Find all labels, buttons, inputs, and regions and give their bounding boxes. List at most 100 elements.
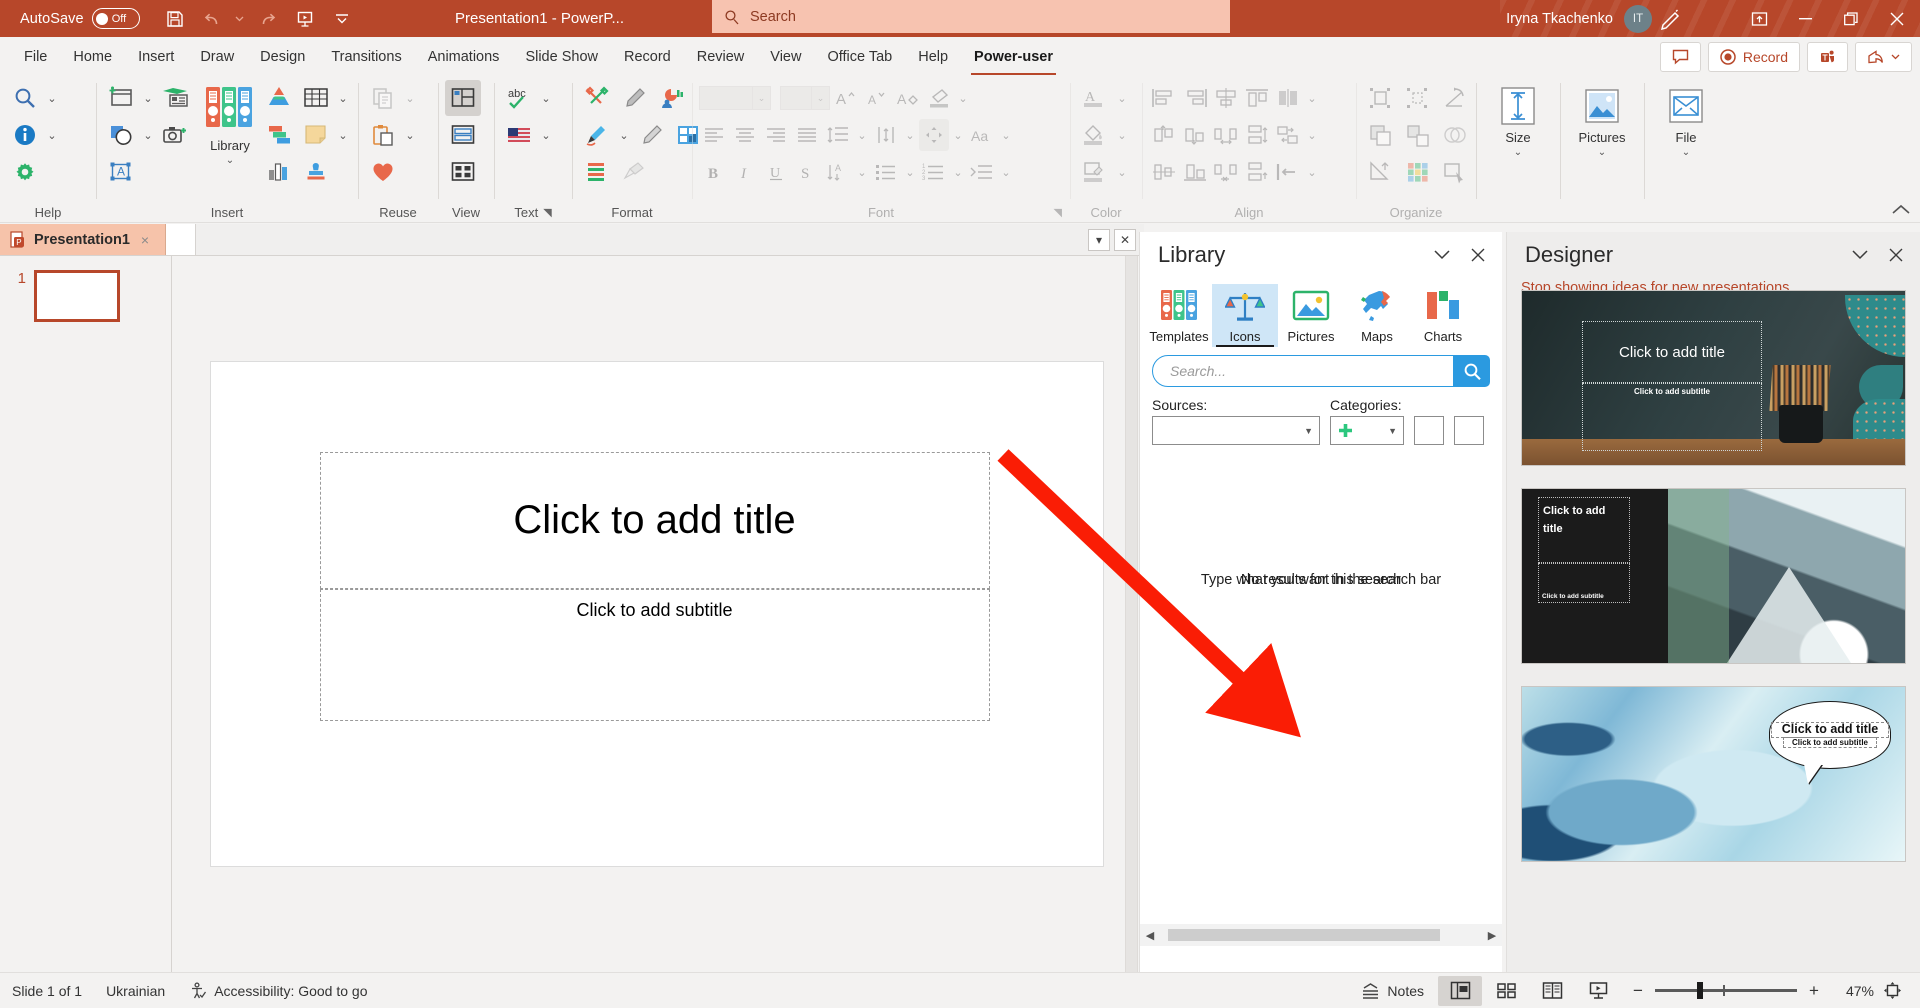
copy-icon[interactable]	[365, 80, 401, 116]
format-painter-apply-icon[interactable]	[633, 117, 669, 153]
library-pane-options-icon[interactable]	[1426, 239, 1458, 271]
increase-font-size-icon[interactable]: A	[831, 82, 861, 114]
file-dropdown-icon[interactable]: ⌄	[1682, 147, 1690, 158]
accessibility-status[interactable]: Accessibility: Good to go	[177, 977, 379, 1005]
font-family-combo[interactable]: ⌄	[699, 86, 771, 110]
file-button[interactable]: File ⌄	[1654, 80, 1718, 186]
strikethrough-icon[interactable]: S	[792, 156, 822, 188]
bullet-list-icon[interactable]	[871, 156, 901, 188]
screenshot-icon[interactable]	[157, 117, 193, 153]
ribbon-display-options-icon[interactable]	[1736, 0, 1782, 37]
distribute-vertical-icon[interactable]	[1242, 119, 1272, 151]
pyramid-chart-icon[interactable]	[261, 80, 297, 116]
info-dropdown-icon[interactable]: ⌄	[44, 118, 60, 152]
highlight-dropdown-icon[interactable]: ⌄	[616, 118, 632, 152]
paste-dropdown-icon[interactable]: ⌄	[402, 118, 418, 152]
slide-editing-canvas[interactable]: Click to add title Click to add subtitle	[173, 256, 1140, 972]
insert-slide-dropdown-icon[interactable]: ⌄	[140, 81, 156, 115]
insert-table-icon[interactable]	[298, 80, 334, 116]
move-resize-icon[interactable]	[919, 119, 949, 151]
view-layout-icon[interactable]	[445, 80, 481, 116]
change-case-dropdown-icon[interactable]: ⌄	[998, 118, 1014, 152]
autosave-control[interactable]: AutoSave Off	[20, 8, 140, 29]
highlight-pen-icon[interactable]	[579, 117, 615, 153]
increase-indent-icon[interactable]	[967, 156, 997, 188]
office-tab-close-icon[interactable]: ×	[141, 232, 149, 248]
office-tab-menu-icon[interactable]: ▾	[1088, 228, 1110, 251]
size-button[interactable]: Size ⌄	[1486, 80, 1550, 186]
text-dialog-launcher-icon[interactable]: ◥	[543, 206, 551, 219]
normal-view-button[interactable]	[1438, 975, 1482, 1006]
zoom-slider[interactable]: − +	[1630, 981, 1822, 1001]
group-objects-icon[interactable]	[1363, 80, 1399, 116]
teams-button[interactable]	[1807, 42, 1848, 72]
library-tab-maps[interactable]: Maps	[1344, 284, 1410, 347]
snap-left-icon[interactable]	[1273, 156, 1303, 188]
font-size-combo[interactable]: ⌄	[780, 86, 830, 110]
designer-pane-close-icon[interactable]	[1880, 239, 1912, 271]
swap-positions-icon[interactable]	[1273, 119, 1303, 151]
bold-icon[interactable]: B	[699, 156, 729, 188]
filter-box-1[interactable]	[1414, 416, 1444, 445]
save-icon[interactable]	[158, 4, 192, 34]
tab-slide-show[interactable]: Slide Show	[512, 39, 611, 75]
tab-record[interactable]: Record	[611, 39, 684, 75]
slide-sorter-button[interactable]	[1484, 976, 1528, 1006]
slideshow-button[interactable]	[1576, 976, 1620, 1006]
line-spacing-icon[interactable]	[823, 119, 853, 151]
insert-slide-icon[interactable]	[103, 80, 139, 116]
tab-transitions[interactable]: Transitions	[318, 39, 414, 75]
search-dropdown-icon[interactable]: ⌄	[44, 81, 60, 115]
paste-icon[interactable]	[365, 117, 401, 153]
insert-textbox-icon[interactable]: A	[103, 154, 139, 190]
library-search-input[interactable]: Search...	[1152, 355, 1454, 387]
sticky-note-icon[interactable]	[298, 117, 334, 153]
filter-box-2[interactable]	[1454, 416, 1484, 445]
undo-dropdown-icon[interactable]	[232, 4, 248, 34]
numbered-dropdown-icon[interactable]: ⌄	[950, 155, 966, 189]
tab-view[interactable]: View	[757, 39, 814, 75]
library-dropdown-icon[interactable]: ⌄	[226, 155, 234, 166]
pictures-dropdown-icon[interactable]: ⌄	[1598, 147, 1606, 158]
numbered-list-icon[interactable]: 123	[919, 156, 949, 188]
collapse-ribbon-icon[interactable]	[1892, 203, 1910, 218]
outline-color-icon[interactable]	[1077, 154, 1113, 190]
zoom-percentage[interactable]: 47%	[1832, 983, 1874, 999]
office-tab-new-button[interactable]	[166, 224, 196, 255]
zoom-track[interactable]	[1655, 982, 1797, 999]
clear-format-brush-icon[interactable]	[616, 154, 652, 190]
minimize-button[interactable]	[1782, 0, 1828, 37]
restore-button[interactable]	[1828, 0, 1874, 37]
library-tab-templates[interactable]: Templates	[1146, 284, 1212, 347]
spelling-icon[interactable]: abc	[501, 80, 537, 116]
redo-icon[interactable]	[251, 4, 285, 34]
align-bottom-edge-icon[interactable]	[1180, 156, 1210, 188]
pen-ink-icon[interactable]	[1644, 0, 1698, 37]
chart-format-icon[interactable]	[653, 80, 689, 116]
align-left-icon[interactable]	[699, 119, 729, 151]
size-dropdown-icon[interactable]: ⌄	[1514, 147, 1522, 158]
slide-thumbnail-preview[interactable]	[34, 270, 120, 322]
flip-dropdown-icon[interactable]: ⌄	[1304, 81, 1320, 115]
library-search-button[interactable]	[1454, 355, 1490, 387]
decrease-font-size-icon[interactable]: A	[862, 82, 892, 114]
bring-forward-icon[interactable]	[1363, 117, 1399, 153]
notes-button[interactable]: Notes	[1349, 977, 1436, 1005]
text-highlight-color-icon[interactable]	[924, 82, 954, 114]
zoom-in-button[interactable]: +	[1806, 981, 1822, 1001]
color-palette-grid-icon[interactable]	[1400, 154, 1436, 190]
subtitle-placeholder[interactable]: Click to add subtitle	[319, 589, 990, 721]
favorites-heart-icon[interactable]	[365, 154, 401, 190]
stamp-icon[interactable]	[298, 154, 334, 190]
tab-office-tab[interactable]: Office Tab	[814, 39, 905, 75]
fit-slide-to-window-button[interactable]	[1876, 976, 1908, 1006]
move-resize-dropdown-icon[interactable]: ⌄	[950, 118, 966, 152]
zoom-out-button[interactable]: −	[1630, 981, 1646, 1001]
sort-dropdown-icon[interactable]: ⌄	[854, 155, 870, 189]
spelling-dropdown-icon[interactable]: ⌄	[538, 81, 554, 115]
search-input[interactable]: Search	[712, 0, 1230, 33]
insert-shape-icon[interactable]	[103, 117, 139, 153]
settings-gear-icon[interactable]	[7, 154, 43, 190]
library-tab-pictures[interactable]: Pictures	[1278, 284, 1344, 347]
record-button[interactable]: Record	[1707, 42, 1800, 72]
